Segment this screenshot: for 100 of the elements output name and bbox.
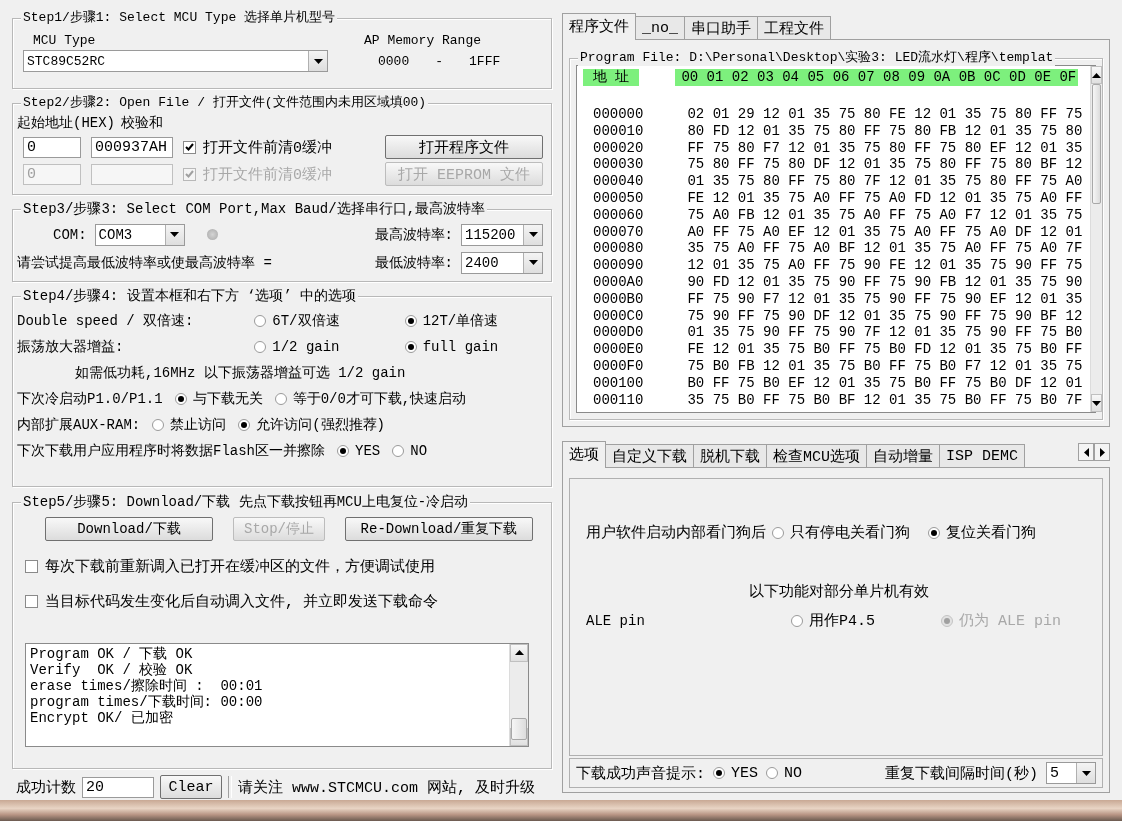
radio-circle-icon[interactable] (928, 526, 940, 539)
group-legend: Step3/步骤3: Select COM Port,Max Baud/选择串行口,最高波特率 (21, 200, 488, 217)
radio-button[interactable]: 禁止访问 (152, 416, 227, 435)
radio-circle-icon[interactable] (713, 767, 725, 779)
field-label: COM: (53, 226, 87, 243)
radio-button[interactable]: NO (392, 443, 428, 460)
hex-address: 0000A0 (593, 273, 644, 291)
button[interactable]: 打开程序文件 (385, 135, 543, 160)
radio-circle-icon[interactable] (254, 315, 267, 328)
dropdown-arrow-icon (528, 232, 538, 238)
dropdown[interactable]: 2400 (461, 251, 543, 274)
group-legend: Program File: D:\Personal\Desktop\实验3: LED流水灯\程序\templat (578, 50, 1056, 66)
radio-button[interactable]: 与下载无关 (174, 390, 263, 409)
scrollbar[interactable] (1090, 66, 1103, 412)
hex-bytes: FE 12 01 35 75 A0 FF 75 A0 FD 12 01 35 75 A0 FF (687, 190, 1083, 207)
tab[interactable]: 选项 (562, 441, 606, 468)
radio-circle-icon[interactable] (254, 341, 267, 354)
radio-button[interactable]: 12T/单倍速 (404, 312, 543, 331)
radio-button[interactable]: YES (713, 764, 759, 782)
input-field[interactable]: 20 (82, 776, 154, 798)
tab[interactable]: ISP DEMC (939, 444, 1026, 467)
scroll-down-icon[interactable] (1092, 400, 1102, 406)
radio-button[interactable]: 等于0/0才可下载,快速启动 (274, 390, 467, 409)
scroll-up-icon[interactable] (1092, 72, 1102, 78)
input-field[interactable]: 000937AH (91, 137, 173, 158)
hex-bytes: 80 FD 12 01 35 75 80 FF 75 80 FB 12 01 35 75 80 (687, 122, 1083, 140)
scrollbar-thumb[interactable] (1092, 84, 1102, 204)
checkbox[interactable]: 打开文件前清0缓冲 (183, 138, 332, 157)
checkmark-icon (185, 170, 194, 179)
radio-circle-icon[interactable] (404, 341, 417, 354)
radio-circle-icon[interactable] (337, 445, 349, 458)
checkmark-icon (185, 143, 194, 152)
field-label: 最高波特率: (374, 225, 453, 244)
radio-button[interactable]: 允许访问(强烈推荐) (238, 416, 386, 435)
column-header: 00 01 02 03 04 05 06 07 08 09 0A 0B 0C 0D 0E 0F (675, 68, 1079, 86)
input-field[interactable]: 0 (23, 137, 81, 158)
option-label: 振荡放大器增益: (17, 338, 125, 357)
radio-circle-icon[interactable] (791, 614, 803, 627)
dropdown[interactable]: STC89C52RC (23, 50, 328, 72)
tab[interactable]: 串口助手 (684, 16, 758, 39)
group-legend: Step2/步骤2: Open File / 打开文件(文件范围内未用区域填00) (21, 95, 429, 112)
radio-button[interactable]: 只有停电关看门狗 (772, 523, 910, 542)
dropdown[interactable]: COM3 (94, 223, 185, 246)
radio-button[interactable]: YES (337, 443, 381, 460)
radio-circle-icon[interactable] (152, 419, 165, 432)
radio-circle-icon[interactable] (174, 393, 187, 406)
hex-address: 000000 (593, 106, 644, 123)
checkbox[interactable]: 当目标代码发生变化后自动调入文件, 并立即发送下载命令 (25, 591, 543, 611)
hex-bytes: 12 01 35 75 A0 FF 75 90 FE 12 01 35 75 90 FF 75 (687, 257, 1083, 274)
scroll-up-icon[interactable] (514, 650, 524, 656)
radio-circle-icon[interactable] (404, 315, 417, 328)
dropdown-arrow-icon (528, 260, 538, 266)
tab[interactable]: 程序文件 (562, 13, 636, 40)
field-label: 起始地址(HEX) (17, 114, 115, 133)
tab[interactable]: 检查MCU选项 (766, 444, 867, 467)
radio-circle-icon[interactable] (238, 419, 251, 432)
hex-address: 000030 (593, 156, 644, 174)
radio-button[interactable]: 用作P4.5 (791, 611, 941, 630)
tab[interactable]: 自定义下载 (605, 444, 694, 467)
radio-circle-icon[interactable] (772, 526, 784, 539)
field-label: 重复下载间隔时间(秒) (885, 764, 1038, 783)
checkbox[interactable]: 每次下载前重新调入已打开在缓冲区的文件，方便调试使用 (25, 556, 543, 576)
hex-address: 0000E0 (593, 341, 644, 358)
log-line: Program OK / 下载 OK (30, 645, 194, 662)
radio-circle-icon[interactable] (766, 767, 779, 779)
radio-button[interactable]: 6T/双倍速 (254, 312, 393, 331)
button[interactable]: Download/下载 (45, 516, 213, 541)
tab[interactable]: 工程文件 (757, 16, 831, 39)
radio-button[interactable]: 1/2 gain (254, 339, 393, 356)
hex-address: 000100 (593, 374, 644, 392)
radio-circle-icon[interactable] (274, 393, 287, 406)
right-arrow-icon[interactable] (1099, 447, 1105, 457)
hex-address: 000040 (593, 173, 644, 190)
tab[interactable]: 自动增量 (866, 444, 940, 467)
dropdown[interactable]: 115200 (461, 223, 543, 246)
scrollbar[interactable] (509, 643, 528, 746)
field-label: 最低波特率: (374, 253, 453, 272)
tab[interactable]: _no_ (635, 16, 685, 39)
scrollbar-thumb[interactable] (511, 717, 527, 740)
hex-bytes: B0 FF 75 B0 EF 12 01 35 75 B0 FF 75 B0 DF 12 01 (687, 374, 1083, 392)
radio-button[interactable]: 复位关看门狗 (928, 523, 1036, 542)
option-label: 用户软件启动内部看门狗后 (586, 523, 766, 542)
dropdown[interactable]: 5 (1046, 762, 1096, 784)
field-label: 校验和 (121, 114, 163, 133)
hex-bytes: 75 90 FF 75 90 DF 12 01 35 75 90 FF 75 90 BF 12 (687, 307, 1083, 325)
button[interactable]: Re-Download/重复下载 (345, 516, 533, 541)
hex-bytes: 75 80 FF 75 80 DF 12 01 35 75 80 FF 75 80 BF 12 (687, 156, 1083, 174)
hex-address: 0000C0 (593, 307, 644, 325)
hex-bytes: FF 75 90 F7 12 01 35 75 90 FF 75 90 EF 12 01 35 (687, 290, 1083, 308)
tab-scroll-right-button[interactable] (1094, 443, 1110, 461)
log-line: program times/下载时间: 00:00 (30, 693, 264, 710)
left-arrow-icon[interactable] (1083, 447, 1089, 457)
tab[interactable]: 脱机下载 (693, 444, 767, 467)
tab-scroll-left-button[interactable] (1078, 443, 1094, 461)
clear-button[interactable]: Clear (160, 775, 222, 800)
hex-bytes: 90 FD 12 01 35 75 90 FF 75 90 FB 12 01 35 75 90 (687, 273, 1083, 291)
hex-bytes: 35 75 B0 FF 75 B0 BF 12 01 35 75 B0 FF 75 B0 7F (687, 391, 1083, 409)
radio-button[interactable]: NO (766, 764, 803, 782)
radio-circle-icon[interactable] (392, 445, 405, 458)
radio-button[interactable]: full gain (404, 339, 543, 356)
